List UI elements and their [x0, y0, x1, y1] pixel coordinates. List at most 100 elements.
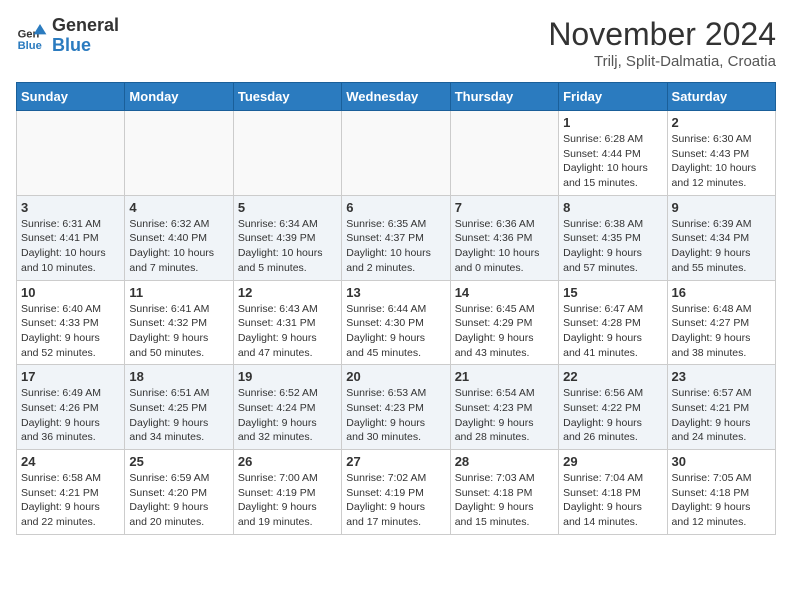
day-info: Sunrise: 6:30 AM Sunset: 4:43 PM Dayligh…: [672, 132, 771, 191]
day-info: Sunrise: 6:58 AM Sunset: 4:21 PM Dayligh…: [21, 471, 120, 530]
calendar-cell: 15Sunrise: 6:47 AM Sunset: 4:28 PM Dayli…: [559, 280, 667, 365]
day-number: 1: [563, 115, 662, 130]
day-info: Sunrise: 6:48 AM Sunset: 4:27 PM Dayligh…: [672, 302, 771, 361]
calendar-cell: [125, 111, 233, 196]
calendar-header-row: SundayMondayTuesdayWednesdayThursdayFrid…: [17, 83, 776, 111]
day-number: 27: [346, 454, 445, 469]
calendar-week-2: 10Sunrise: 6:40 AM Sunset: 4:33 PM Dayli…: [17, 280, 776, 365]
header-day-tuesday: Tuesday: [233, 83, 341, 111]
calendar-cell: 10Sunrise: 6:40 AM Sunset: 4:33 PM Dayli…: [17, 280, 125, 365]
day-number: 28: [455, 454, 554, 469]
calendar-cell: 26Sunrise: 7:00 AM Sunset: 4:19 PM Dayli…: [233, 450, 341, 535]
day-info: Sunrise: 6:38 AM Sunset: 4:35 PM Dayligh…: [563, 217, 662, 276]
day-info: Sunrise: 6:54 AM Sunset: 4:23 PM Dayligh…: [455, 386, 554, 445]
day-info: Sunrise: 6:57 AM Sunset: 4:21 PM Dayligh…: [672, 386, 771, 445]
calendar-body: 1 Sunrise: 6:28 AM Sunset: 4:44 PM Daylig…: [17, 111, 776, 535]
day-number: 29: [563, 454, 662, 469]
day-info: Sunrise: 6:31 AM Sunset: 4:41 PM Dayligh…: [21, 217, 120, 276]
calendar-table: SundayMondayTuesdayWednesdayThursdayFrid…: [16, 82, 776, 535]
header-day-thursday: Thursday: [450, 83, 558, 111]
day-info: Sunrise: 6:34 AM Sunset: 4:39 PM Dayligh…: [238, 217, 337, 276]
day-info: Sunrise: 6:40 AM Sunset: 4:33 PM Dayligh…: [21, 302, 120, 361]
calendar-cell: 5Sunrise: 6:34 AM Sunset: 4:39 PM Daylig…: [233, 195, 341, 280]
day-number: 8: [563, 200, 662, 215]
day-number: 22: [563, 369, 662, 384]
day-info: Sunrise: 7:04 AM Sunset: 4:18 PM Dayligh…: [563, 471, 662, 530]
day-info: Sunrise: 6:45 AM Sunset: 4:29 PM Dayligh…: [455, 302, 554, 361]
day-number: 19: [238, 369, 337, 384]
day-info: Sunrise: 6:43 AM Sunset: 4:31 PM Dayligh…: [238, 302, 337, 361]
location-title: Trilj, Split-Dalmatia, Croatia: [548, 53, 776, 70]
calendar-cell: 1 Sunrise: 6:28 AM Sunset: 4:44 PM Daylig…: [559, 111, 667, 196]
calendar-cell: 13Sunrise: 6:44 AM Sunset: 4:30 PM Dayli…: [342, 280, 450, 365]
day-info: Sunrise: 6:53 AM Sunset: 4:23 PM Dayligh…: [346, 386, 445, 445]
calendar-cell: 12 Sunrise: 6:43 AM Sunset: 4:31 PM Dayli…: [233, 280, 341, 365]
day-info: Sunrise: 6:36 AM Sunset: 4:36 PM Dayligh…: [455, 217, 554, 276]
day-info: Sunrise: 6:49 AM Sunset: 4:26 PM Dayligh…: [21, 386, 120, 445]
day-info: Sunrise: 6:35 AM Sunset: 4:37 PM Dayligh…: [346, 217, 445, 276]
header-day-saturday: Saturday: [667, 83, 775, 111]
header-day-monday: Monday: [125, 83, 233, 111]
header: Gen Blue General Blue November 2024 Tril…: [16, 16, 776, 70]
calendar-cell: 22Sunrise: 6:56 AM Sunset: 4:22 PM Dayli…: [559, 365, 667, 450]
calendar-cell: 16 Sunrise: 6:48 AM Sunset: 4:27 PM Dayli…: [667, 280, 775, 365]
calendar-cell: [17, 111, 125, 196]
calendar-week-4: 24 Sunrise: 6:58 AM Sunset: 4:21 PM Dayli…: [17, 450, 776, 535]
calendar-cell: 14 Sunrise: 6:45 AM Sunset: 4:29 PM Dayli…: [450, 280, 558, 365]
calendar-cell: 19 Sunrise: 6:52 AM Sunset: 4:24 PM Dayli…: [233, 365, 341, 450]
calendar-cell: 2 Sunrise: 6:30 AM Sunset: 4:43 PM Daylig…: [667, 111, 775, 196]
day-number: 7: [455, 200, 554, 215]
calendar-cell: 17 Sunrise: 6:49 AM Sunset: 4:26 PM Dayli…: [17, 365, 125, 450]
logo-text: General Blue: [52, 16, 119, 56]
day-number: 18: [129, 369, 228, 384]
calendar-cell: 24 Sunrise: 6:58 AM Sunset: 4:21 PM Dayli…: [17, 450, 125, 535]
day-info: Sunrise: 6:59 AM Sunset: 4:20 PM Dayligh…: [129, 471, 228, 530]
day-number: 11: [129, 285, 228, 300]
month-title: November 2024: [548, 16, 776, 53]
day-number: 23: [672, 369, 771, 384]
header-day-sunday: Sunday: [17, 83, 125, 111]
calendar-cell: 27Sunrise: 7:02 AM Sunset: 4:19 PM Dayli…: [342, 450, 450, 535]
day-number: 4: [129, 200, 228, 215]
logo: Gen Blue General Blue: [16, 16, 119, 56]
day-info: Sunrise: 7:03 AM Sunset: 4:18 PM Dayligh…: [455, 471, 554, 530]
calendar-cell: 18 Sunrise: 6:51 AM Sunset: 4:25 PM Dayli…: [125, 365, 233, 450]
day-info: Sunrise: 6:32 AM Sunset: 4:40 PM Dayligh…: [129, 217, 228, 276]
day-info: Sunrise: 6:51 AM Sunset: 4:25 PM Dayligh…: [129, 386, 228, 445]
day-number: 6: [346, 200, 445, 215]
title-area: November 2024 Trilj, Split-Dalmatia, Cro…: [548, 16, 776, 70]
day-number: 2: [672, 115, 771, 130]
calendar-cell: 29 Sunrise: 7:04 AM Sunset: 4:18 PM Dayli…: [559, 450, 667, 535]
calendar-cell: [233, 111, 341, 196]
calendar-cell: [450, 111, 558, 196]
day-number: 16: [672, 285, 771, 300]
day-number: 20: [346, 369, 445, 384]
day-number: 14: [455, 285, 554, 300]
calendar-cell: 20 Sunrise: 6:53 AM Sunset: 4:23 PM Dayli…: [342, 365, 450, 450]
day-number: 9: [672, 200, 771, 215]
day-info: Sunrise: 6:52 AM Sunset: 4:24 PM Dayligh…: [238, 386, 337, 445]
calendar-week-1: 3Sunrise: 6:31 AM Sunset: 4:41 PM Daylig…: [17, 195, 776, 280]
calendar-cell: 30Sunrise: 7:05 AM Sunset: 4:18 PM Dayli…: [667, 450, 775, 535]
calendar-cell: 3Sunrise: 6:31 AM Sunset: 4:41 PM Daylig…: [17, 195, 125, 280]
calendar-cell: 25 Sunrise: 6:59 AM Sunset: 4:20 PM Dayli…: [125, 450, 233, 535]
calendar-cell: 8 Sunrise: 6:38 AM Sunset: 4:35 PM Daylig…: [559, 195, 667, 280]
day-info: Sunrise: 6:28 AM Sunset: 4:44 PM Dayligh…: [563, 132, 662, 191]
day-number: 13: [346, 285, 445, 300]
day-number: 17: [21, 369, 120, 384]
day-number: 12: [238, 285, 337, 300]
calendar-cell: 6 Sunrise: 6:35 AM Sunset: 4:37 PM Daylig…: [342, 195, 450, 280]
logo-blue-text: Blue: [52, 36, 119, 56]
day-number: 24: [21, 454, 120, 469]
header-day-friday: Friday: [559, 83, 667, 111]
calendar-week-0: 1 Sunrise: 6:28 AM Sunset: 4:44 PM Daylig…: [17, 111, 776, 196]
svg-text:Blue: Blue: [18, 40, 42, 52]
logo-general-text: General: [52, 16, 119, 36]
header-day-wednesday: Wednesday: [342, 83, 450, 111]
day-number: 26: [238, 454, 337, 469]
calendar-cell: 11Sunrise: 6:41 AM Sunset: 4:32 PM Dayli…: [125, 280, 233, 365]
day-number: 25: [129, 454, 228, 469]
calendar-cell: 9Sunrise: 6:39 AM Sunset: 4:34 PM Daylig…: [667, 195, 775, 280]
calendar-cell: 4 Sunrise: 6:32 AM Sunset: 4:40 PM Daylig…: [125, 195, 233, 280]
calendar-week-3: 17 Sunrise: 6:49 AM Sunset: 4:26 PM Dayli…: [17, 365, 776, 450]
